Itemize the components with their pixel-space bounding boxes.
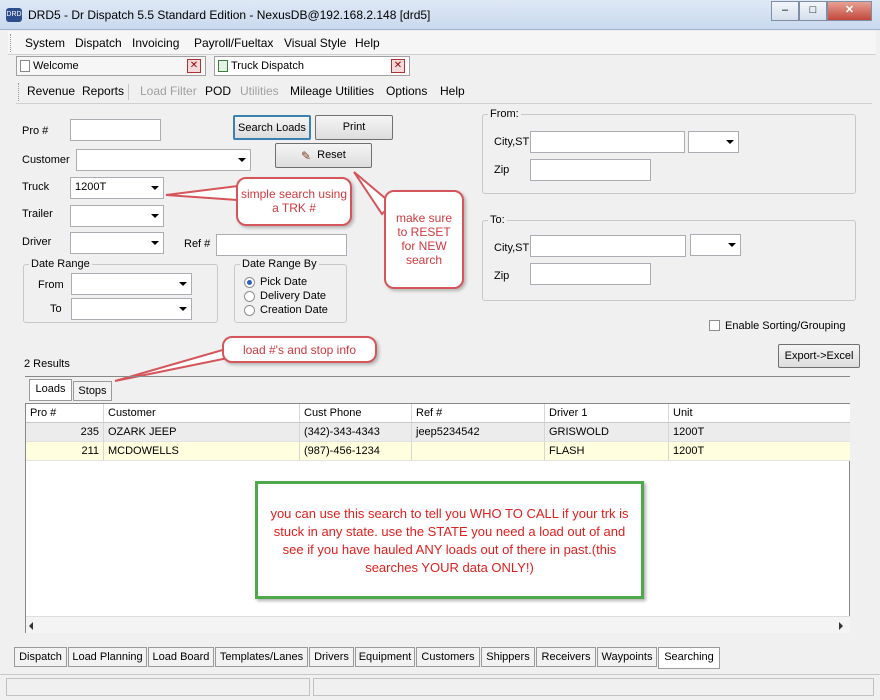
callout-loads-note: load #'s and stop info xyxy=(222,336,377,363)
bottom-tab-load-board[interactable]: Load Board xyxy=(148,647,214,667)
col-header-cust-phone[interactable]: Cust Phone xyxy=(300,404,412,423)
col-header-driver[interactable]: Driver 1 xyxy=(545,404,669,423)
cell-unit: 1200T xyxy=(669,423,850,442)
bottom-tab-dispatch[interactable]: Dispatch xyxy=(14,647,67,667)
cell-ref: jeep5234542 xyxy=(412,423,545,442)
cell-customer: MCDOWELLS xyxy=(104,442,300,461)
cell-ref xyxy=(412,442,545,461)
bottom-tab-customers[interactable]: Customers xyxy=(416,647,480,667)
bottom-tab-waypoints[interactable]: Waypoints xyxy=(597,647,657,667)
cell-pro: 235 xyxy=(26,423,104,442)
cell-phone: (342)-343-4343 xyxy=(300,423,412,442)
horizontal-scrollbar[interactable] xyxy=(26,616,850,633)
results-divider xyxy=(25,376,850,377)
col-header-customer[interactable]: Customer xyxy=(104,404,300,423)
col-header-unit[interactable]: Unit xyxy=(669,404,850,423)
bottom-tab-searching[interactable]: Searching xyxy=(658,647,720,669)
tab-stops[interactable]: Stops xyxy=(73,381,112,401)
cell-driver: GRISWOLD xyxy=(545,423,669,442)
status-panel xyxy=(313,678,874,696)
status-panel xyxy=(6,678,310,696)
scroll-right-icon[interactable] xyxy=(839,622,843,630)
cell-driver: FLASH xyxy=(545,442,669,461)
callout-pointer-truck xyxy=(165,184,239,202)
bottom-tab-drivers[interactable]: Drivers xyxy=(309,647,354,667)
bottom-tab-shippers[interactable]: Shippers xyxy=(481,647,535,667)
bottom-tab-receivers[interactable]: Receivers xyxy=(536,647,596,667)
cell-pro: 211 xyxy=(26,442,104,461)
bottom-tab-load-planning[interactable]: Load Planning xyxy=(68,647,147,667)
callout-reset-note: make sure to RESET for NEW search xyxy=(384,190,464,289)
col-header-pro[interactable]: Pro # xyxy=(26,404,104,423)
search-tip-note: you can use this search to tell you WHO … xyxy=(255,481,644,599)
cell-unit: 1200T xyxy=(669,442,850,461)
cell-customer: OZARK JEEP xyxy=(104,423,300,442)
cell-phone: (987)-456-1234 xyxy=(300,442,412,461)
table-row[interactable]: 235 OZARK JEEP (342)-343-4343 jeep523454… xyxy=(26,423,850,442)
callout-simple-search: simple search using a TRK # xyxy=(236,177,352,226)
tab-loads[interactable]: Loads xyxy=(29,379,72,401)
table-row-selected[interactable]: 211 MCDOWELLS (987)-456-1234 FLASH 1200T xyxy=(26,442,850,461)
bottom-tab-equipment[interactable]: Equipment xyxy=(355,647,415,667)
bottom-tab-templates-lanes[interactable]: Templates/Lanes xyxy=(215,647,308,667)
col-header-ref[interactable]: Ref # xyxy=(412,404,545,423)
scroll-left-icon[interactable] xyxy=(29,622,33,630)
